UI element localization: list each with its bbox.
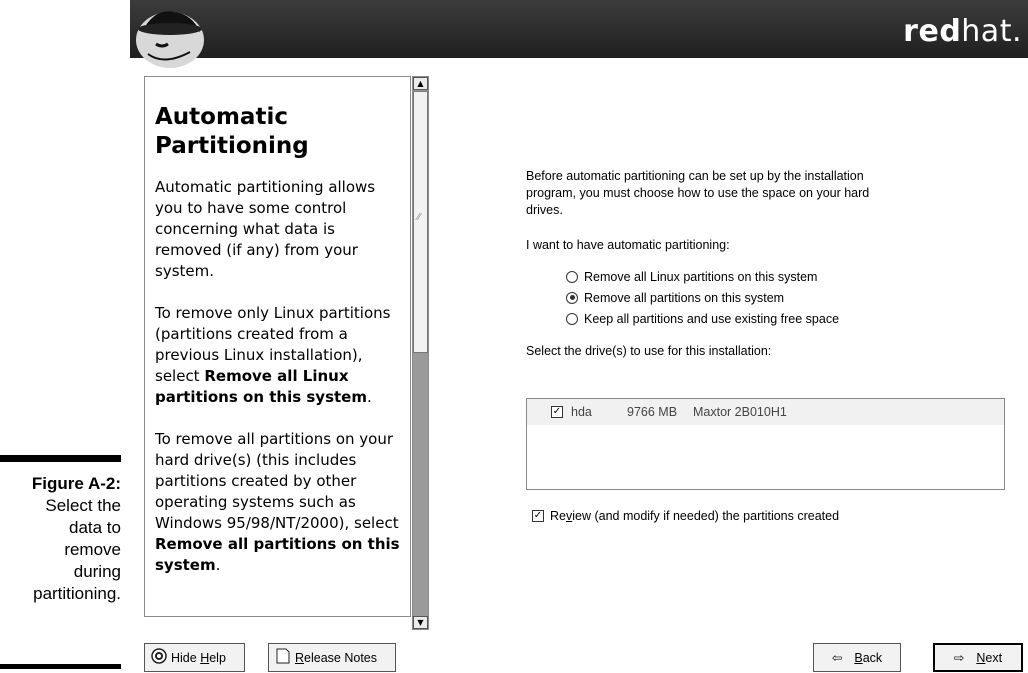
figure-caption: Figure A-2: Select the data to remove du… xyxy=(0,473,121,605)
back-button[interactable]: ⇦ Back xyxy=(813,643,901,672)
caption-line: Select the xyxy=(45,496,121,515)
help-paragraph-1: Automatic partitioning allows you to hav… xyxy=(155,178,376,280)
help-paragraph-2: To remove only Linux partitions (partiti… xyxy=(155,304,391,406)
scroll-thumb[interactable]: ⁄⁄ xyxy=(413,91,428,353)
caption-rule-top xyxy=(0,455,121,462)
radio-label: Remove all partitions on this system xyxy=(584,290,785,305)
help-panel: Automatic Partitioning Automatic partiti… xyxy=(144,76,411,617)
grip-icon: ⁄⁄ xyxy=(417,212,421,223)
drives-label: Select the drive(s) to use for this inst… xyxy=(526,344,772,358)
review-label: Review (and modify if needed) the partit… xyxy=(550,509,840,523)
document-icon xyxy=(275,648,291,667)
shadowman-logo-icon xyxy=(136,11,204,68)
caption-line: partitioning. xyxy=(33,584,121,603)
radio-label: Remove all Linux partitions on this syst… xyxy=(584,269,818,284)
radio-label: Keep all partitions and use existing fre… xyxy=(584,311,840,326)
back-arrow-icon: ⇦ xyxy=(831,651,843,665)
review-partitions-option[interactable]: ✓ Review (and modify if needed) the part… xyxy=(532,509,839,523)
caption-line: during xyxy=(73,562,121,581)
caption-line: remove xyxy=(64,540,121,559)
back-label: Back xyxy=(854,650,883,665)
release-notes-label: Release Notes xyxy=(295,650,377,665)
caption-line: data to xyxy=(69,518,121,537)
next-button[interactable]: ⇨ Next xyxy=(933,643,1023,672)
help-title: Automatic Partitioning xyxy=(155,104,309,159)
scroll-up-arrow-icon[interactable]: ▲ xyxy=(413,77,428,90)
installer-window: redhat. Automatic Partitioning Automatic… xyxy=(130,0,1028,673)
drive-name: hda xyxy=(571,405,592,419)
intro-text: Before automatic partitioning can be set… xyxy=(526,169,870,217)
review-checkbox[interactable]: ✓ xyxy=(532,510,544,522)
hide-help-button[interactable]: Hide Help xyxy=(144,643,245,672)
partition-choice-label: I want to have automatic partitioning: xyxy=(526,238,730,252)
radio-option-keep-all[interactable]: Keep all partitions and use existing fre… xyxy=(566,308,1026,329)
next-arrow-icon: ⇨ xyxy=(953,651,965,665)
main-content: Before automatic partitioning can be set… xyxy=(526,168,1026,523)
help-scrollbar[interactable]: ▲ ⁄⁄ ▼ xyxy=(412,76,429,630)
redhat-wordmark: redhat. xyxy=(903,14,1022,49)
radio-button[interactable] xyxy=(566,270,578,283)
radio-option-remove-all[interactable]: Remove all partitions on this system xyxy=(566,287,1026,308)
scroll-down-arrow-icon[interactable]: ▼ xyxy=(413,616,428,629)
caption-rule-bottom xyxy=(0,664,121,669)
drive-size: 9766 MB xyxy=(627,405,678,419)
hide-help-label: Hide Help xyxy=(171,650,226,665)
help-icon xyxy=(151,648,167,667)
release-notes-button[interactable]: Release Notes xyxy=(268,643,396,672)
header-banner: redhat. xyxy=(130,0,1028,68)
next-label: Next xyxy=(976,650,1003,665)
figure-label: Figure A-2: xyxy=(31,474,121,493)
drive-model: Maxtor 2B010H1 xyxy=(693,405,787,419)
drive-row-hda[interactable]: ✓ hda 9766 MB Maxtor 2B010H1 xyxy=(527,399,1004,425)
help-paragraph-3: To remove all partitions on your hard dr… xyxy=(155,430,400,574)
partition-options: Remove all Linux partitions on this syst… xyxy=(566,266,1026,329)
radio-button[interactable] xyxy=(566,312,578,325)
drive-checkbox[interactable]: ✓ xyxy=(551,406,563,418)
radio-option-remove-linux[interactable]: Remove all Linux partitions on this syst… xyxy=(566,266,1026,287)
radio-button-selected[interactable] xyxy=(566,291,578,304)
drive-list: ✓ hda 9766 MB Maxtor 2B010H1 xyxy=(526,398,1005,490)
